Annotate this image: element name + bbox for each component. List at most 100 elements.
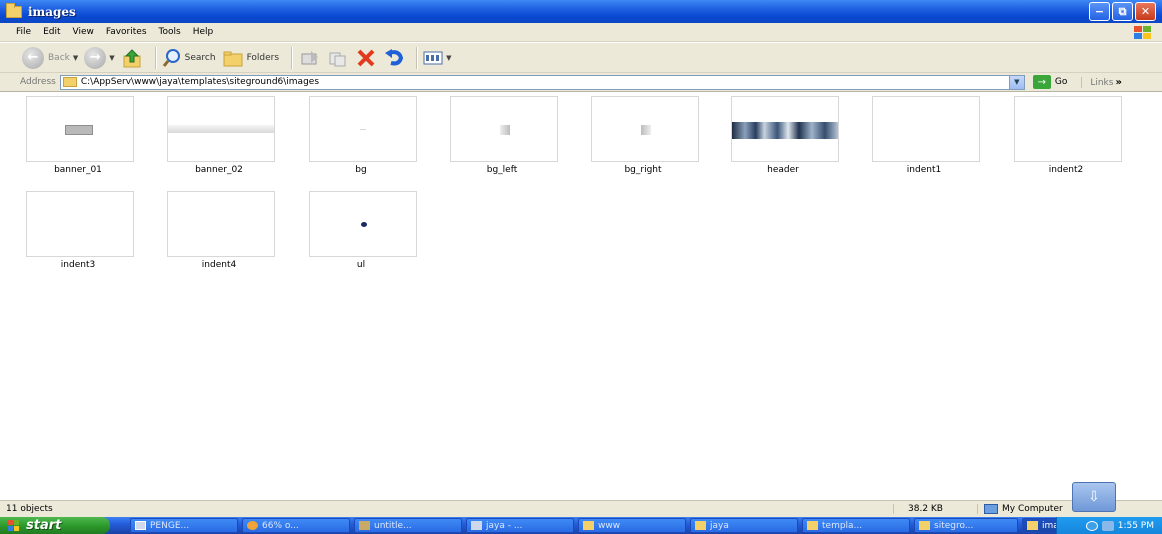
file-item[interactable]: indent3 <box>7 187 149 277</box>
taskbar-button-label: jaya <box>710 520 729 531</box>
toolbar-separator <box>416 46 418 69</box>
file-item[interactable]: bg <box>290 92 432 182</box>
taskbar-button[interactable]: PENGE... <box>130 518 238 533</box>
file-name: ul <box>356 260 366 270</box>
folder-icon <box>6 2 22 18</box>
file-name: indent3 <box>60 260 96 270</box>
file-item[interactable]: bg_left <box>431 92 573 182</box>
title-bar[interactable]: images − ⧉ ✕ <box>0 0 1162 23</box>
delete-icon <box>357 49 375 66</box>
file-item[interactable]: banner_02 <box>148 92 290 182</box>
menu-tools[interactable]: Tools <box>153 27 187 37</box>
status-bar: 11 objects 38.2 KB My Computer <box>0 500 1162 517</box>
web-editor-icon <box>471 521 482 530</box>
file-item[interactable]: indent2 <box>995 92 1137 182</box>
restore-button[interactable]: ⧉ <box>1112 2 1133 21</box>
bullet-preview <box>361 222 367 227</box>
bg-left-preview <box>500 125 510 135</box>
undo-icon <box>385 48 404 65</box>
file-item[interactable]: indent1 <box>853 92 995 182</box>
taskbar-button-label: PENGE... <box>150 520 190 531</box>
file-name: bg_left <box>486 165 518 175</box>
taskbar-button-label: 66% o... <box>262 520 299 531</box>
forward-arrow-icon: → <box>84 46 107 69</box>
file-name: bg <box>355 165 367 175</box>
file-name: indent2 <box>1048 165 1084 175</box>
address-label: Address <box>20 77 56 87</box>
file-name: banner_01 <box>54 165 102 175</box>
taskbar-button[interactable]: www <box>578 518 686 533</box>
volume-icon[interactable] <box>1101 520 1114 531</box>
menu-favorites[interactable]: Favorites <box>100 27 153 37</box>
delete-button[interactable] <box>354 47 378 69</box>
forward-button[interactable]: → ▼ <box>84 46 115 69</box>
close-button[interactable]: ✕ <box>1135 2 1156 21</box>
address-dropdown-button[interactable]: ▼ <box>1008 75 1024 89</box>
chevron-down-icon: ▼ <box>109 53 115 62</box>
window-controls: − ⧉ ✕ <box>1089 2 1156 21</box>
go-arrow-icon: → <box>1032 75 1051 89</box>
folders-icon <box>223 51 243 66</box>
go-label: Go <box>1054 77 1068 87</box>
up-folder-button[interactable] <box>121 47 145 69</box>
taskbar-button[interactable]: sitegro... <box>914 518 1018 533</box>
my-computer-icon <box>984 504 998 514</box>
menu-bar: File Edit View Favorites Tools Help <box>0 23 1162 42</box>
file-item[interactable]: indent4 <box>148 187 290 277</box>
file-name: indent1 <box>906 165 942 175</box>
total-size: 38.2 KB <box>893 504 977 514</box>
menu-help[interactable]: Help <box>187 27 220 37</box>
chevron-down-icon: ▼ <box>446 53 452 62</box>
back-button[interactable]: ← Back ▼ <box>22 46 78 69</box>
links-label: Links <box>1090 77 1114 88</box>
copy-to-icon <box>329 52 346 66</box>
start-button[interactable]: start <box>0 517 110 534</box>
clock: 1:55 PM <box>1117 520 1154 531</box>
move-to-button[interactable] <box>298 47 322 69</box>
file-item[interactable]: header <box>712 92 854 182</box>
undo-button[interactable] <box>382 47 406 69</box>
banner-preview <box>168 125 274 133</box>
zone-indicator: My Computer <box>977 504 1063 514</box>
taskbar-button[interactable]: jaya <box>690 518 798 533</box>
folder-icon <box>62 77 77 87</box>
file-item[interactable]: ul <box>290 187 432 277</box>
folder-icon <box>1027 521 1038 530</box>
thumbnail <box>309 191 417 257</box>
taskbar-button-label: www <box>598 520 621 531</box>
thumbnail <box>26 96 134 162</box>
system-tray: 1:55 PM <box>1056 517 1162 534</box>
network-icon[interactable] <box>1085 520 1098 531</box>
thumbnail <box>167 191 275 257</box>
taskbar-button-label: jaya - ... <box>486 520 523 531</box>
file-list[interactable]: banner_01 banner_02 bg bg_left bg_right … <box>0 92 1162 500</box>
file-item[interactable]: banner_01 <box>7 92 149 182</box>
taskbar-button-label: sitegro... <box>934 520 974 531</box>
go-button[interactable]: → Go <box>1032 75 1068 89</box>
folders-button[interactable]: Folders <box>222 49 280 67</box>
search-button[interactable]: Search <box>162 48 216 68</box>
address-field[interactable]: C:\AppServ\www\jaya\templates\siteground… <box>59 74 1025 90</box>
scroll-down-button[interactable]: ⇩ <box>1072 482 1116 512</box>
thumbnail <box>450 96 558 162</box>
taskbar-button[interactable]: templa... <box>802 518 910 533</box>
menu-file[interactable]: File <box>10 27 37 37</box>
menu-view[interactable]: View <box>67 27 100 37</box>
minimize-button[interactable]: − <box>1089 2 1110 21</box>
file-item[interactable]: bg_right <box>572 92 714 182</box>
document-icon <box>135 521 146 530</box>
taskbar-button[interactable]: untitle... <box>354 518 462 533</box>
search-icon <box>162 48 180 67</box>
thumbnail <box>26 191 134 257</box>
taskbar-button[interactable]: 66% o... <box>242 518 350 533</box>
taskbar-button[interactable]: jaya - ... <box>466 518 574 533</box>
views-button[interactable]: ▼ <box>423 50 451 66</box>
menu-edit[interactable]: Edit <box>37 27 66 37</box>
folders-label: Folders <box>246 52 280 63</box>
folder-icon <box>807 521 818 530</box>
copy-to-button[interactable] <box>326 47 350 69</box>
thumbnail <box>591 96 699 162</box>
views-icon <box>423 51 443 64</box>
back-arrow-icon: ← <box>22 46 44 69</box>
links-toolbar[interactable]: Links» <box>1081 76 1122 88</box>
